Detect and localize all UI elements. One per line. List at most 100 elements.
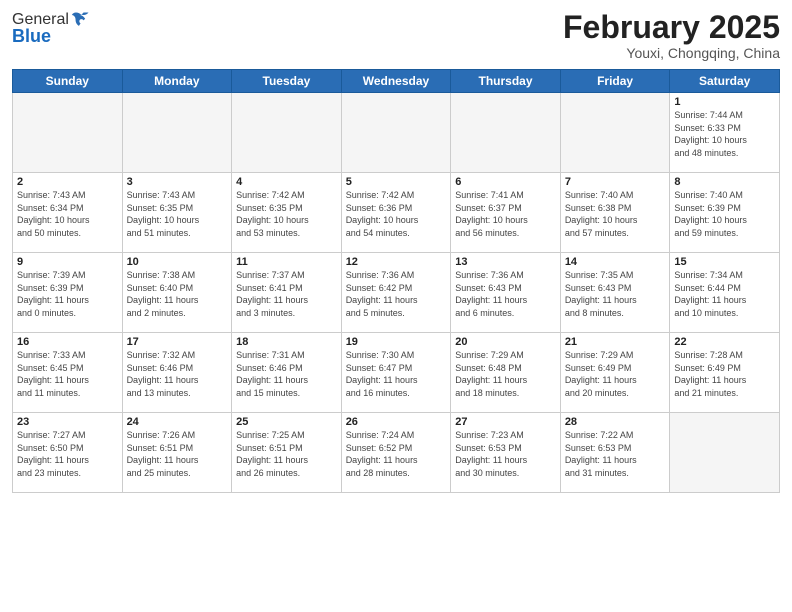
calendar-cell: 3Sunrise: 7:43 AM Sunset: 6:35 PM Daylig… — [122, 173, 232, 253]
calendar-cell — [560, 93, 670, 173]
day-number: 4 — [236, 176, 337, 188]
day-info: Sunrise: 7:33 AM Sunset: 6:45 PM Dayligh… — [17, 349, 118, 399]
day-number: 19 — [346, 336, 447, 348]
calendar-cell — [122, 93, 232, 173]
week-row: 23Sunrise: 7:27 AM Sunset: 6:50 PM Dayli… — [13, 413, 780, 493]
calendar-subtitle: Youxi, Chongqing, China — [563, 45, 780, 61]
calendar-cell: 21Sunrise: 7:29 AM Sunset: 6:49 PM Dayli… — [560, 333, 670, 413]
day-info: Sunrise: 7:27 AM Sunset: 6:50 PM Dayligh… — [17, 429, 118, 479]
logo: General Blue — [12, 10, 91, 47]
day-info: Sunrise: 7:29 AM Sunset: 6:48 PM Dayligh… — [455, 349, 556, 399]
week-row: 16Sunrise: 7:33 AM Sunset: 6:45 PM Dayli… — [13, 333, 780, 413]
day-number: 10 — [127, 256, 228, 268]
calendar-cell: 6Sunrise: 7:41 AM Sunset: 6:37 PM Daylig… — [451, 173, 561, 253]
calendar-cell — [670, 413, 780, 493]
day-info: Sunrise: 7:29 AM Sunset: 6:49 PM Dayligh… — [565, 349, 666, 399]
day-info: Sunrise: 7:23 AM Sunset: 6:53 PM Dayligh… — [455, 429, 556, 479]
day-info: Sunrise: 7:30 AM Sunset: 6:47 PM Dayligh… — [346, 349, 447, 399]
calendar-cell: 24Sunrise: 7:26 AM Sunset: 6:51 PM Dayli… — [122, 413, 232, 493]
day-number: 8 — [674, 176, 775, 188]
weekday-header: Wednesday — [341, 70, 451, 93]
day-info: Sunrise: 7:32 AM Sunset: 6:46 PM Dayligh… — [127, 349, 228, 399]
calendar-cell — [13, 93, 123, 173]
day-number: 26 — [346, 416, 447, 428]
calendar-table: SundayMondayTuesdayWednesdayThursdayFrid… — [12, 69, 780, 493]
calendar-cell: 15Sunrise: 7:34 AM Sunset: 6:44 PM Dayli… — [670, 253, 780, 333]
calendar-cell: 10Sunrise: 7:38 AM Sunset: 6:40 PM Dayli… — [122, 253, 232, 333]
day-info: Sunrise: 7:34 AM Sunset: 6:44 PM Dayligh… — [674, 269, 775, 319]
day-info: Sunrise: 7:44 AM Sunset: 6:33 PM Dayligh… — [674, 109, 775, 159]
day-number: 2 — [17, 176, 118, 188]
weekday-header: Tuesday — [232, 70, 342, 93]
calendar-cell — [341, 93, 451, 173]
day-number: 14 — [565, 256, 666, 268]
day-number: 22 — [674, 336, 775, 348]
weekday-header: Friday — [560, 70, 670, 93]
day-number: 28 — [565, 416, 666, 428]
weekday-header: Thursday — [451, 70, 561, 93]
calendar-cell: 16Sunrise: 7:33 AM Sunset: 6:45 PM Dayli… — [13, 333, 123, 413]
day-info: Sunrise: 7:37 AM Sunset: 6:41 PM Dayligh… — [236, 269, 337, 319]
calendar-body: 1Sunrise: 7:44 AM Sunset: 6:33 PM Daylig… — [13, 93, 780, 493]
day-info: Sunrise: 7:22 AM Sunset: 6:53 PM Dayligh… — [565, 429, 666, 479]
day-number: 15 — [674, 256, 775, 268]
day-info: Sunrise: 7:36 AM Sunset: 6:43 PM Dayligh… — [455, 269, 556, 319]
calendar-header: SundayMondayTuesdayWednesdayThursdayFrid… — [13, 70, 780, 93]
calendar-cell — [451, 93, 561, 173]
calendar-cell: 12Sunrise: 7:36 AM Sunset: 6:42 PM Dayli… — [341, 253, 451, 333]
calendar-cell: 2Sunrise: 7:43 AM Sunset: 6:34 PM Daylig… — [13, 173, 123, 253]
calendar-cell: 28Sunrise: 7:22 AM Sunset: 6:53 PM Dayli… — [560, 413, 670, 493]
weekday-row: SundayMondayTuesdayWednesdayThursdayFrid… — [13, 70, 780, 93]
day-number: 12 — [346, 256, 447, 268]
day-info: Sunrise: 7:42 AM Sunset: 6:36 PM Dayligh… — [346, 189, 447, 239]
day-info: Sunrise: 7:39 AM Sunset: 6:39 PM Dayligh… — [17, 269, 118, 319]
title-block: February 2025 Youxi, Chongqing, China — [563, 10, 780, 61]
day-info: Sunrise: 7:43 AM Sunset: 6:35 PM Dayligh… — [127, 189, 228, 239]
day-info: Sunrise: 7:31 AM Sunset: 6:46 PM Dayligh… — [236, 349, 337, 399]
calendar-cell: 5Sunrise: 7:42 AM Sunset: 6:36 PM Daylig… — [341, 173, 451, 253]
day-number: 27 — [455, 416, 556, 428]
day-info: Sunrise: 7:35 AM Sunset: 6:43 PM Dayligh… — [565, 269, 666, 319]
calendar-cell: 8Sunrise: 7:40 AM Sunset: 6:39 PM Daylig… — [670, 173, 780, 253]
week-row: 9Sunrise: 7:39 AM Sunset: 6:39 PM Daylig… — [13, 253, 780, 333]
day-number: 9 — [17, 256, 118, 268]
day-number: 13 — [455, 256, 556, 268]
day-number: 17 — [127, 336, 228, 348]
day-number: 6 — [455, 176, 556, 188]
calendar-cell: 11Sunrise: 7:37 AM Sunset: 6:41 PM Dayli… — [232, 253, 342, 333]
calendar-cell: 7Sunrise: 7:40 AM Sunset: 6:38 PM Daylig… — [560, 173, 670, 253]
calendar-cell — [232, 93, 342, 173]
logo-bird-icon — [71, 10, 91, 30]
day-info: Sunrise: 7:41 AM Sunset: 6:37 PM Dayligh… — [455, 189, 556, 239]
calendar-cell: 18Sunrise: 7:31 AM Sunset: 6:46 PM Dayli… — [232, 333, 342, 413]
calendar-cell: 19Sunrise: 7:30 AM Sunset: 6:47 PM Dayli… — [341, 333, 451, 413]
calendar-cell: 1Sunrise: 7:44 AM Sunset: 6:33 PM Daylig… — [670, 93, 780, 173]
calendar-cell: 4Sunrise: 7:42 AM Sunset: 6:35 PM Daylig… — [232, 173, 342, 253]
calendar-cell: 9Sunrise: 7:39 AM Sunset: 6:39 PM Daylig… — [13, 253, 123, 333]
day-number: 25 — [236, 416, 337, 428]
day-info: Sunrise: 7:26 AM Sunset: 6:51 PM Dayligh… — [127, 429, 228, 479]
day-number: 23 — [17, 416, 118, 428]
day-number: 18 — [236, 336, 337, 348]
calendar-cell: 14Sunrise: 7:35 AM Sunset: 6:43 PM Dayli… — [560, 253, 670, 333]
day-number: 5 — [346, 176, 447, 188]
day-number: 1 — [674, 96, 775, 108]
day-info: Sunrise: 7:38 AM Sunset: 6:40 PM Dayligh… — [127, 269, 228, 319]
day-number: 24 — [127, 416, 228, 428]
calendar-title: February 2025 — [563, 10, 780, 45]
calendar-cell: 22Sunrise: 7:28 AM Sunset: 6:49 PM Dayli… — [670, 333, 780, 413]
day-info: Sunrise: 7:36 AM Sunset: 6:42 PM Dayligh… — [346, 269, 447, 319]
page: General Blue February 2025 Youxi, Chongq… — [0, 0, 792, 612]
day-number: 21 — [565, 336, 666, 348]
day-info: Sunrise: 7:25 AM Sunset: 6:51 PM Dayligh… — [236, 429, 337, 479]
calendar-cell: 26Sunrise: 7:24 AM Sunset: 6:52 PM Dayli… — [341, 413, 451, 493]
day-info: Sunrise: 7:42 AM Sunset: 6:35 PM Dayligh… — [236, 189, 337, 239]
calendar-cell: 27Sunrise: 7:23 AM Sunset: 6:53 PM Dayli… — [451, 413, 561, 493]
day-info: Sunrise: 7:43 AM Sunset: 6:34 PM Dayligh… — [17, 189, 118, 239]
day-info: Sunrise: 7:28 AM Sunset: 6:49 PM Dayligh… — [674, 349, 775, 399]
week-row: 1Sunrise: 7:44 AM Sunset: 6:33 PM Daylig… — [13, 93, 780, 173]
weekday-header: Monday — [122, 70, 232, 93]
weekday-header: Sunday — [13, 70, 123, 93]
weekday-header: Saturday — [670, 70, 780, 93]
day-number: 20 — [455, 336, 556, 348]
